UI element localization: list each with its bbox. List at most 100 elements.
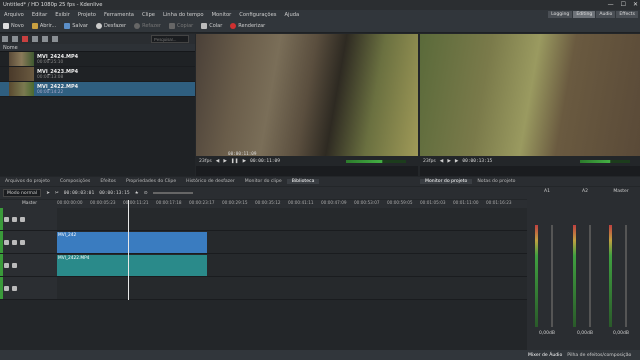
tag-icon[interactable] bbox=[42, 36, 48, 42]
tab-project-monitor[interactable]: Monitor do projeto bbox=[420, 179, 473, 184]
project-monitor-video[interactable] bbox=[420, 34, 640, 156]
close-button[interactable]: ✕ bbox=[633, 1, 638, 8]
fps-selector[interactable]: 23fps bbox=[199, 159, 212, 164]
mute-icon[interactable] bbox=[20, 239, 25, 245]
mute-icon[interactable] bbox=[20, 216, 25, 222]
new-button[interactable]: Novo bbox=[3, 23, 24, 29]
menu-help[interactable]: Ajuda bbox=[280, 12, 303, 18]
next-frame-icon[interactable]: ▶ bbox=[455, 159, 459, 164]
delete-clip-icon[interactable] bbox=[22, 36, 28, 42]
menu-clip[interactable]: Clipe bbox=[138, 12, 159, 18]
volume-fader[interactable] bbox=[589, 225, 591, 327]
clip-monitor: 00:00:11:09 23fps ◀ ▶ ❚❚ ▶ 00:00:11:09 bbox=[196, 34, 418, 176]
bin-menu-icon[interactable] bbox=[2, 36, 8, 42]
volume-fader[interactable] bbox=[551, 225, 553, 327]
eye-icon[interactable] bbox=[12, 239, 17, 245]
menu-settings[interactable]: Configurações bbox=[235, 12, 280, 18]
menu-tool[interactable]: Ferramenta bbox=[100, 12, 138, 18]
play-icon[interactable]: ▶ bbox=[223, 159, 227, 164]
pause-icon[interactable]: ❚❚ bbox=[231, 159, 239, 164]
save-button[interactable]: Salvar bbox=[64, 23, 88, 29]
tab-effect-stack[interactable]: Pilha de efeitos/composição bbox=[567, 353, 631, 358]
playhead[interactable] bbox=[128, 200, 129, 300]
level-meter bbox=[609, 225, 612, 327]
tab-library[interactable]: Biblioteca bbox=[286, 179, 320, 184]
minimize-button[interactable]: — bbox=[608, 1, 614, 8]
clip-monitor-timecode[interactable]: 00:00:11:09 bbox=[250, 159, 280, 164]
paste-button[interactable]: Colar bbox=[201, 23, 222, 29]
track-header-a2[interactable] bbox=[0, 277, 57, 300]
lock-icon[interactable] bbox=[12, 285, 17, 291]
play-icon[interactable]: ▶ bbox=[447, 159, 451, 164]
audio-mixer: A1 0,00dB A2 0,00dB Master 0,00dB bbox=[527, 187, 640, 350]
bin-search-input[interactable] bbox=[151, 35, 189, 43]
tab-undo-history[interactable]: Histórico de desfazer bbox=[181, 179, 240, 184]
tab-clip-monitor[interactable]: Monitor do clipe bbox=[240, 179, 287, 184]
track-header-v2[interactable] bbox=[0, 208, 57, 231]
tab-audio-mixer[interactable]: Mixer de Áudio bbox=[528, 353, 562, 358]
view-mode-icon[interactable] bbox=[52, 36, 58, 42]
bin-column-header[interactable]: Nome bbox=[0, 44, 195, 52]
ruler-tick: 00:00:23:17 bbox=[189, 200, 215, 205]
bin-clip[interactable]: MVI_2423.MP4 00:00:13:08 bbox=[0, 67, 195, 82]
menu-file[interactable]: Arquivo bbox=[0, 12, 28, 18]
bin-clip-selected[interactable]: MVI_2422.MP4 00:00:14:22 bbox=[0, 82, 195, 97]
snap-icon[interactable]: ⊙ bbox=[144, 191, 148, 196]
zoom-slider[interactable] bbox=[152, 192, 193, 194]
lock-icon[interactable] bbox=[4, 239, 9, 245]
menu-monitor[interactable]: Monitor bbox=[208, 12, 236, 18]
lock-icon[interactable] bbox=[4, 216, 9, 222]
timeline-empty-area[interactable] bbox=[0, 300, 527, 350]
project-monitor-timecode[interactable]: 00:00:13:15 bbox=[462, 159, 492, 164]
clip-monitor-video[interactable]: 00:00:11:09 bbox=[196, 34, 418, 157]
bin-toolbar bbox=[0, 34, 195, 44]
tab-compositions[interactable]: Composições bbox=[55, 179, 95, 184]
layout-editing[interactable]: Editing bbox=[573, 11, 596, 18]
ruler-tick: 00:00:00:00 bbox=[57, 200, 83, 205]
layout-effects[interactable]: Effects bbox=[616, 11, 638, 18]
volume-fader[interactable] bbox=[625, 225, 627, 327]
timeline-position[interactable]: 00:00:03:01 bbox=[64, 191, 94, 196]
copy-icon bbox=[168, 23, 175, 29]
undo-icon bbox=[95, 23, 102, 29]
speaker-icon[interactable] bbox=[4, 285, 9, 291]
render-button[interactable]: Renderizar bbox=[230, 23, 265, 29]
edit-mode-select[interactable]: Modo normal bbox=[3, 189, 42, 197]
prev-frame-icon[interactable]: ◀ bbox=[440, 159, 444, 164]
folder-icon bbox=[31, 23, 38, 29]
menu-view[interactable]: Exibir bbox=[51, 12, 74, 18]
clip-name: MVI_2423.MP4 bbox=[37, 68, 79, 75]
favorite-icon[interactable]: ★ bbox=[135, 191, 139, 196]
track-header-a1[interactable] bbox=[0, 254, 57, 277]
tab-clip-properties[interactable]: Propriedades do Clipe bbox=[121, 179, 181, 184]
copy-button[interactable]: Copiar bbox=[168, 23, 193, 29]
lock-icon[interactable] bbox=[12, 262, 17, 268]
menu-edit[interactable]: Editar bbox=[28, 12, 51, 18]
bin-clip[interactable]: MVI_2424.MP4 00:00:25:10 bbox=[0, 52, 195, 67]
select-tool-icon[interactable]: ➤ bbox=[46, 191, 50, 196]
eye-icon[interactable] bbox=[12, 216, 17, 222]
redo-button[interactable]: Refazer bbox=[134, 23, 161, 29]
layout-logging[interactable]: Logging bbox=[548, 11, 573, 18]
fps-selector[interactable]: 23fps bbox=[423, 159, 436, 164]
menu-timeline[interactable]: Linha do tempo bbox=[159, 12, 208, 18]
menu-project[interactable]: Projeto bbox=[74, 12, 100, 18]
open-button[interactable]: Abrir... bbox=[31, 23, 56, 29]
window-title: Untitled* / HD 1080p 25 fps - Kdenlive bbox=[3, 2, 103, 8]
tab-effects[interactable]: Efeitos bbox=[95, 179, 121, 184]
track-header-v1[interactable] bbox=[0, 231, 57, 254]
undo-button[interactable]: Desfazer bbox=[95, 23, 126, 29]
maximize-button[interactable]: ☐ bbox=[621, 1, 626, 8]
prev-frame-icon[interactable]: ◀ bbox=[216, 159, 220, 164]
add-clip-icon[interactable] bbox=[12, 36, 18, 42]
audio-clip[interactable]: MVI_2422.MP4 bbox=[57, 255, 207, 276]
folder-icon[interactable] bbox=[32, 36, 38, 42]
layout-audio[interactable]: Audio bbox=[596, 11, 616, 18]
video-clip[interactable]: MVI_242 bbox=[57, 232, 207, 253]
razor-tool-icon[interactable]: ✂ bbox=[55, 191, 59, 196]
tab-project-files[interactable]: Arquivos do projeto bbox=[0, 179, 55, 184]
clip-audio-meter bbox=[346, 160, 406, 163]
next-frame-icon[interactable]: ▶ bbox=[243, 159, 247, 164]
speaker-icon[interactable] bbox=[4, 262, 9, 268]
tab-project-notes[interactable]: Notas do projeto bbox=[472, 179, 520, 184]
